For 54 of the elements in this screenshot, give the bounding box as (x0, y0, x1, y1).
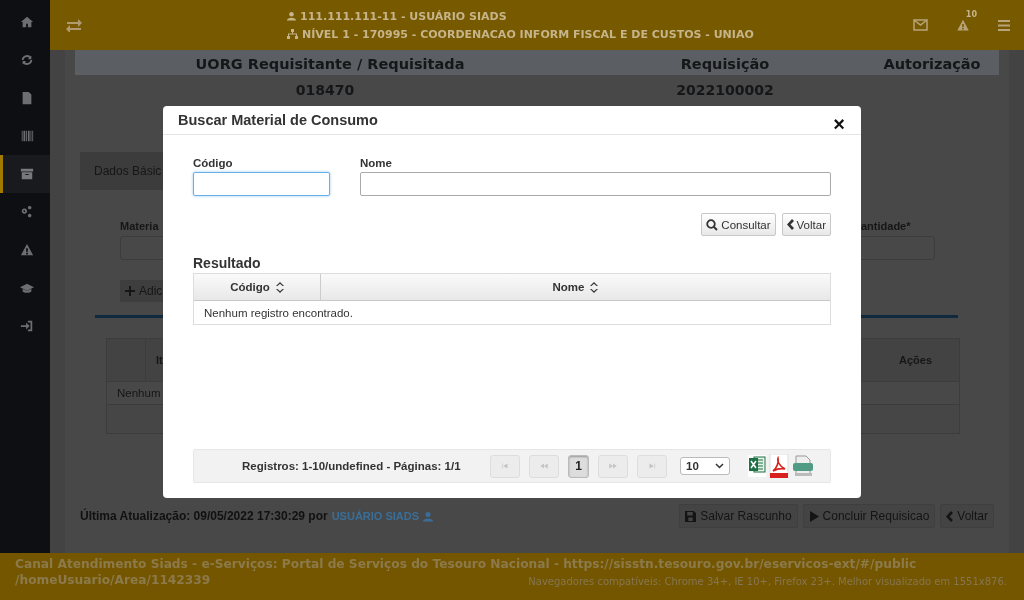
close-button[interactable]: × (833, 114, 845, 134)
column-header: Autorização (882, 54, 982, 72)
next-page-icon (607, 461, 619, 471)
barcode-icon (19, 129, 34, 143)
pdf-icon[interactable] (769, 454, 789, 478)
play-icon (808, 510, 819, 522)
page-size-select[interactable]: 10 (680, 457, 730, 475)
section-title: Resultado (193, 255, 262, 271)
search-icon (706, 218, 719, 231)
sidebar-item[interactable] (0, 155, 50, 193)
cap-icon (19, 281, 34, 295)
notification-count: 10 (965, 9, 977, 19)
footer-text: Canal Atendimento Siads - e-Serviços: Portal de Serviços do Tesouro Nacional - https://sisstn.tesouro.gov.br/eservicos-ext/#/public (15, 557, 918, 571)
prev-page-icon (538, 461, 550, 471)
warning-icon (19, 243, 34, 257)
menu-icon[interactable] (998, 19, 1010, 31)
modal-title: Buscar Material de Consumo (178, 112, 378, 128)
search-form-button[interactable]: Consultar (701, 213, 776, 236)
user-icon (287, 11, 296, 21)
unit-name: NÍVEL 1 - 170995 - COORDENACAO INFORM FISCAL E DE CUSTOS - UNIAO (302, 27, 754, 41)
column-header: UORG Requisitante / Requisitada (194, 54, 466, 72)
page-button[interactable]: 1 (568, 454, 589, 478)
input-field[interactable] (360, 172, 831, 196)
browser-note: Navegadores compatíveis: Chrome 34+, IE 10+, Firefox 23+. Melhor visualizado em 1551x876. (528, 576, 1008, 587)
spreadsheet-icon[interactable] (748, 455, 766, 477)
envelope-icon[interactable] (913, 19, 928, 31)
sort-icon (590, 281, 599, 293)
field-label: Nome (360, 157, 393, 169)
signin-icon (19, 319, 34, 333)
user-icon (423, 510, 434, 522)
column-header[interactable]: Nome (321, 274, 830, 300)
pagination-summary: Registros: 1-10/undefined - Páginas: 1/1 (242, 460, 462, 472)
user-id: 111.111.111-11 - USUÁRIO SIADS (300, 9, 507, 23)
sitemap-icon (287, 29, 298, 39)
search-form-button[interactable]: Voltar (781, 213, 831, 236)
field-label: Código (193, 157, 234, 169)
save-icon (685, 510, 697, 522)
input-field[interactable] (193, 172, 330, 196)
refresh-icon (19, 53, 34, 67)
column-header: Requisição (679, 54, 771, 72)
chevron-down-icon (715, 463, 724, 469)
warning-icon[interactable] (956, 18, 970, 32)
csv-icon[interactable] (792, 455, 814, 477)
first-page-icon (499, 461, 511, 471)
plus-icon (125, 286, 135, 296)
sort-icon (275, 281, 284, 293)
chevron-left-icon (946, 510, 954, 522)
swap-icon[interactable] (66, 18, 82, 32)
footer-text: /homeUsuario/Area/1142339 (15, 573, 211, 587)
column-header[interactable]: Código (194, 274, 321, 300)
table-cell-text: Nenhum registro encontrado. (203, 305, 354, 321)
archive-icon (19, 167, 34, 181)
chevron-left-icon (786, 219, 794, 230)
home-icon (19, 15, 34, 29)
